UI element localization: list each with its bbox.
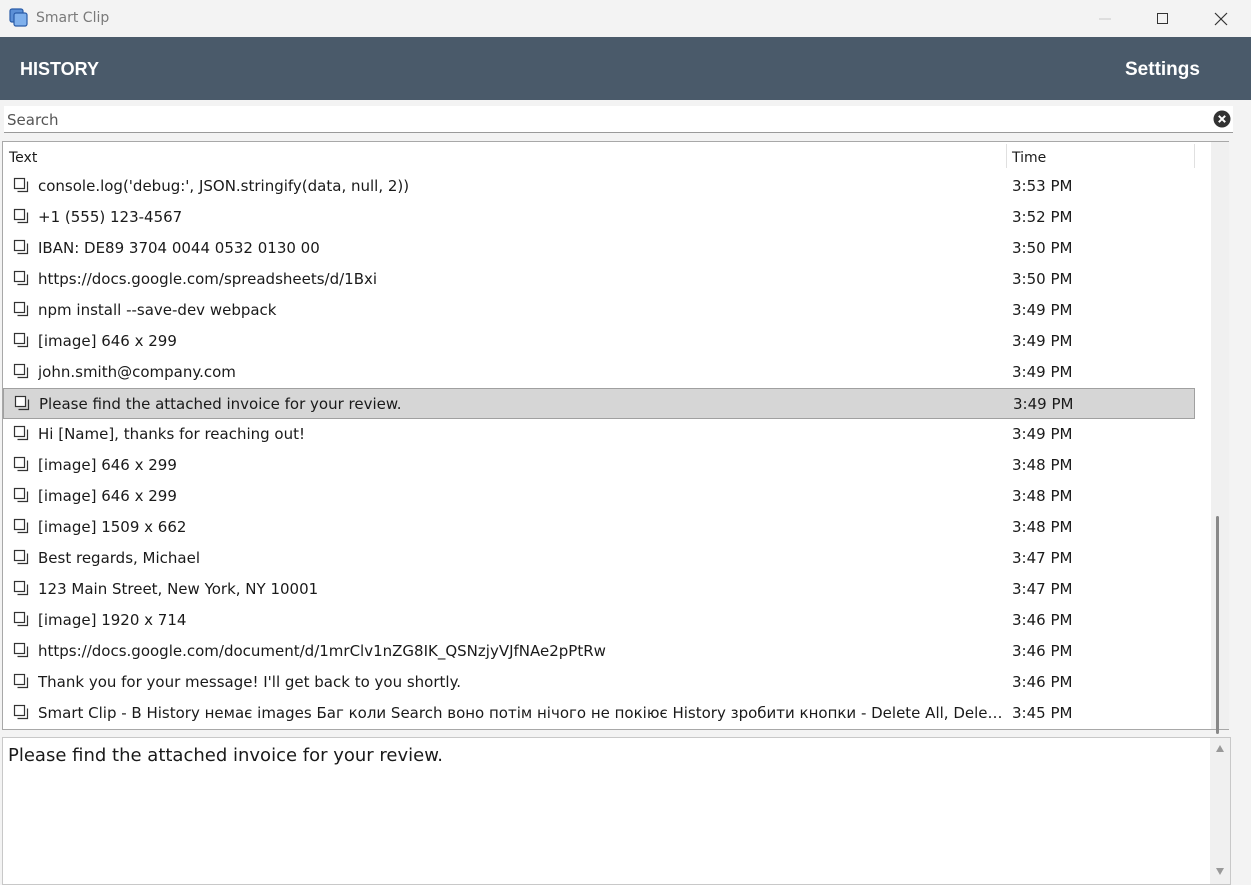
table-row[interactable]: Best regards, Michael 3:47 PM [3,543,1195,574]
table-row[interactable]: IBAN: DE89 3704 0044 0532 0130 00 3:50 PM [3,233,1195,264]
copy-icon[interactable] [13,549,29,565]
row-time: 3:49 PM [1012,332,1073,350]
list-scrollbar-thumb[interactable] [1216,516,1219,734]
row-text: +1 (555) 123-4567 [38,208,183,226]
table-row[interactable]: [image] 646 x 299 3:49 PM [3,326,1195,357]
row-time: 3:49 PM [1012,363,1073,381]
row-time: 3:49 PM [1012,425,1073,443]
row-text: Hi [Name], thanks for reaching out! [38,425,306,443]
row-time: 3:52 PM [1012,208,1073,226]
app-header: HISTORY Settings [0,37,1251,100]
minimize-button[interactable] [1076,0,1134,37]
row-text: [image] 646 x 299 [38,332,177,350]
row-time: 3:45 PM [1012,704,1073,722]
row-text: https://docs.google.com/spreadsheets/d/1… [38,270,378,288]
table-row[interactable]: john.smith@company.com 3:49 PM [3,357,1195,388]
table-row[interactable]: console.log('debug:', JSON.stringify(dat… [3,171,1195,202]
column-divider[interactable] [1006,144,1007,168]
table-row[interactable]: [image] 646 x 299 3:48 PM [3,481,1195,512]
list-scrollbar[interactable] [1211,142,1229,734]
copy-icon[interactable] [13,425,29,441]
row-time: 3:50 PM [1012,239,1073,257]
preview-pane[interactable]: Please find the attached invoice for you… [2,737,1231,885]
row-text: Thank you for your message! I'll get bac… [38,673,462,691]
app-logo-icon [9,8,29,28]
row-text: john.smith@company.com [38,363,236,381]
table-row[interactable]: 123 Main Street, New York, NY 10001 3:47 … [3,574,1195,605]
row-time: 3:47 PM [1012,549,1073,567]
copy-icon[interactable] [13,301,29,317]
row-time: 3:48 PM [1012,518,1073,536]
table-row[interactable]: https://docs.google.com/document/d/1mrCl… [3,636,1195,667]
table-row[interactable]: https://docs.google.com/spreadsheets/d/1… [3,264,1195,295]
table-row[interactable]: Please find the attached invoice for you… [3,388,1195,419]
maximize-button[interactable] [1134,0,1192,37]
preview-scrollbar[interactable] [1210,738,1230,884]
copy-icon[interactable] [13,456,29,472]
copy-icon[interactable] [13,487,29,503]
row-time: 3:46 PM [1012,642,1073,660]
row-text: IBAN: DE89 3704 0044 0532 0130 00 [38,239,320,257]
copy-icon[interactable] [13,208,29,224]
row-time: 3:49 PM [1013,395,1074,413]
row-time: 3:46 PM [1012,673,1073,691]
row-time: 3:47 PM [1012,580,1073,598]
row-text: console.log('debug:', JSON.stringify(dat… [38,177,410,195]
history-rows: console.log('debug:', JSON.stringify(dat… [3,171,1195,729]
table-row[interactable]: Smart Clip - В History немає images Баг … [3,698,1195,729]
row-time: 3:48 PM [1012,456,1073,474]
list-header: Text Time [3,142,1195,170]
copy-icon[interactable] [13,611,29,627]
column-header-text[interactable]: Text [9,150,37,166]
search-bar [4,106,1233,133]
row-time: 3:48 PM [1012,487,1073,505]
copy-icon[interactable] [13,642,29,658]
close-button[interactable] [1192,0,1250,37]
copy-icon[interactable] [13,177,29,193]
title-bar: Smart Clip [0,0,1251,37]
copy-icon[interactable] [13,239,29,255]
table-row[interactable]: [image] 646 x 299 3:48 PM [3,450,1195,481]
row-text: https://docs.google.com/document/d/1mrCl… [38,642,606,660]
row-text: 123 Main Street, New York, NY 10001 [38,580,319,598]
table-row[interactable]: [image] 1920 x 714 3:46 PM [3,605,1195,636]
history-list: Text Time console.log('debug:', JSON.str… [2,141,1229,734]
tab-history[interactable]: HISTORY [20,59,99,80]
row-text: [image] 1920 x 714 [38,611,187,629]
scroll-down-icon[interactable] [1215,866,1225,876]
window-title: Smart Clip [36,10,110,26]
row-text: npm install --save-dev webpack [38,301,277,319]
row-text: Best regards, Michael [38,549,200,567]
row-text: [image] 1509 x 662 [38,518,187,536]
copy-icon[interactable] [13,580,29,596]
column-header-time[interactable]: Time [1012,150,1046,166]
search-input[interactable] [7,110,1197,130]
copy-icon[interactable] [13,270,29,286]
copy-icon[interactable] [13,332,29,348]
table-row[interactable]: +1 (555) 123-4567 3:52 PM [3,202,1195,233]
clear-search-icon[interactable] [1213,110,1231,128]
column-divider[interactable] [1194,144,1195,168]
scroll-up-icon[interactable] [1215,744,1225,754]
row-time: 3:46 PM [1012,611,1073,629]
row-text: [image] 646 x 299 [38,456,177,474]
row-time: 3:53 PM [1012,177,1073,195]
table-row[interactable]: [image] 1509 x 662 3:48 PM [3,512,1195,543]
preview-text: Please find the attached invoice for you… [8,745,444,766]
copy-icon[interactable] [13,518,29,534]
copy-icon[interactable] [13,363,29,379]
table-row[interactable]: Hi [Name], thanks for reaching out! 3:49 … [3,419,1195,450]
table-row[interactable]: Thank you for your message! I'll get bac… [3,667,1195,698]
row-time: 3:49 PM [1012,301,1073,319]
row-text: Smart Clip - В History немає images Баг … [38,704,1003,722]
table-row[interactable]: npm install --save-dev webpack 3:49 PM [3,295,1195,326]
row-text: [image] 646 x 299 [38,487,177,505]
copy-icon[interactable] [13,704,29,720]
row-time: 3:50 PM [1012,270,1073,288]
row-text: Please find the attached invoice for you… [39,395,402,413]
copy-icon[interactable] [13,673,29,689]
tab-settings[interactable]: Settings [1125,59,1200,81]
copy-icon[interactable] [14,395,30,411]
